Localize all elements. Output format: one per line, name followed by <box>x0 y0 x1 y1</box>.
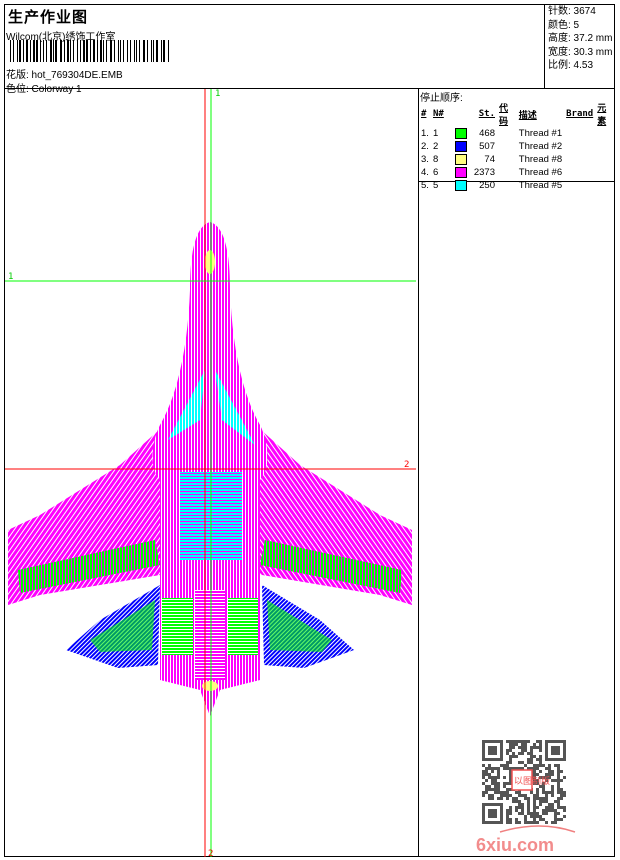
seal-text: 以图制版 <box>514 775 550 787</box>
embroidery-preview: 1 1 2 2 以图制版 6xiu.com <box>5 89 576 859</box>
tail-tip <box>202 681 218 691</box>
guide-label-h2: 2 <box>404 460 409 470</box>
fuselage-rear <box>195 590 225 680</box>
guide-label-v1: 1 <box>215 89 220 99</box>
nose-tip <box>205 250 215 274</box>
guide-label-h1: 1 <box>8 272 13 282</box>
guide-label-v2: 2 <box>208 849 213 859</box>
engine-right <box>228 598 258 655</box>
watermark-swoosh <box>499 825 576 833</box>
engine-left <box>162 598 193 655</box>
watermark-site: 6xiu.com <box>476 835 554 855</box>
